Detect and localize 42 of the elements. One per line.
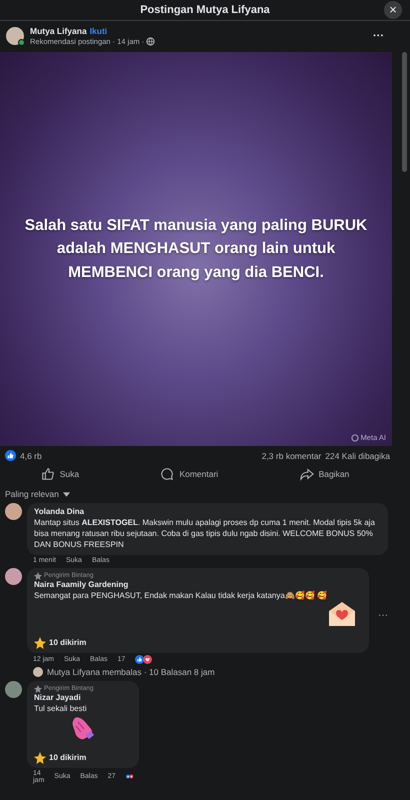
- share-count[interactable]: 224 Kali dibagika: [325, 450, 390, 460]
- replies-link[interactable]: Mutya Lifyana membalas · 10 Balasan 8 jam: [47, 666, 215, 677]
- stars-sent: 10 dikirim: [49, 638, 86, 648]
- caret-icon[interactable]: [62, 492, 70, 496]
- author-name[interactable]: Mutya Lifyana: [30, 26, 87, 36]
- comment-more-button[interactable]: ···: [378, 610, 388, 622]
- envelope-heart-sticker: [328, 600, 356, 627]
- star-icon: [34, 752, 46, 764]
- stars-sent: 10 dikirim: [49, 753, 86, 762]
- commenter-name[interactable]: Yolanda Dina: [34, 507, 381, 516]
- quote-text: Salah satu SIFAT manusia yang paling BURUK adalah MENGHASUT orang lain untuk MEMBENCI orang yang dia BENCI.: [24, 216, 368, 283]
- comment-text: Semangat para PENGHASUT, Endak makan Kalau tidak kerja katanya🙈🥰🥰 🥰: [34, 590, 328, 601]
- ring-icon: [350, 434, 359, 442]
- comment-count[interactable]: 2,3 rb komentar: [262, 450, 322, 460]
- action-button[interactable]: Bagikan: [292, 463, 358, 485]
- replier-avatar: [33, 666, 43, 677]
- dialog-title: Postingan Mutya Lifyana: [140, 4, 270, 16]
- commenter-name[interactable]: Naira Faamily Gardening: [34, 580, 362, 589]
- comment-text: Mantap situs ALEXISTOGEL. Makswin mulu apalagi proses dp cuma 1 menit. Modal tipis 5k aja bisa menang ratusan ribu sejutaan. Coba di gas tipis dulu ngab disini. WELCOME BONUS 50% DAN BONUS FREESPIN: [34, 517, 376, 551]
- follow-link[interactable]: Ikuti: [90, 26, 108, 36]
- reactions-icon: [135, 654, 152, 664]
- action-button[interactable]: Komentari: [152, 463, 226, 485]
- reactions-icon: [126, 772, 133, 782]
- commenter-name[interactable]: Nizar Jayadi: [34, 692, 132, 702]
- reaction-count[interactable]: 4,6 rb: [20, 450, 42, 460]
- globe-icon: [146, 37, 156, 46]
- close-button[interactable]: ×: [384, 1, 402, 19]
- more-button[interactable]: ···: [367, 29, 390, 43]
- like-reaction-icon: [5, 450, 16, 461]
- speech-bubble-icon[interactable]: [160, 467, 174, 481]
- action-button[interactable]: Suka: [32, 463, 88, 485]
- star-sender-icon: [34, 572, 42, 580]
- share-arrow-icon[interactable]: [300, 467, 314, 481]
- commenter-avatar[interactable]: [5, 568, 22, 585]
- thumbs-up-icon[interactable]: [40, 467, 55, 481]
- commenter-avatar[interactable]: [5, 503, 22, 520]
- commenter-avatar[interactable]: [5, 680, 22, 698]
- star-sender-icon: [34, 684, 42, 693]
- sort-dropdown[interactable]: Paling relevan: [5, 489, 59, 499]
- scrollbar[interactable]: [402, 52, 407, 172]
- star-icon: [34, 636, 46, 649]
- comment-text: Tul sekali besti: [34, 702, 88, 714]
